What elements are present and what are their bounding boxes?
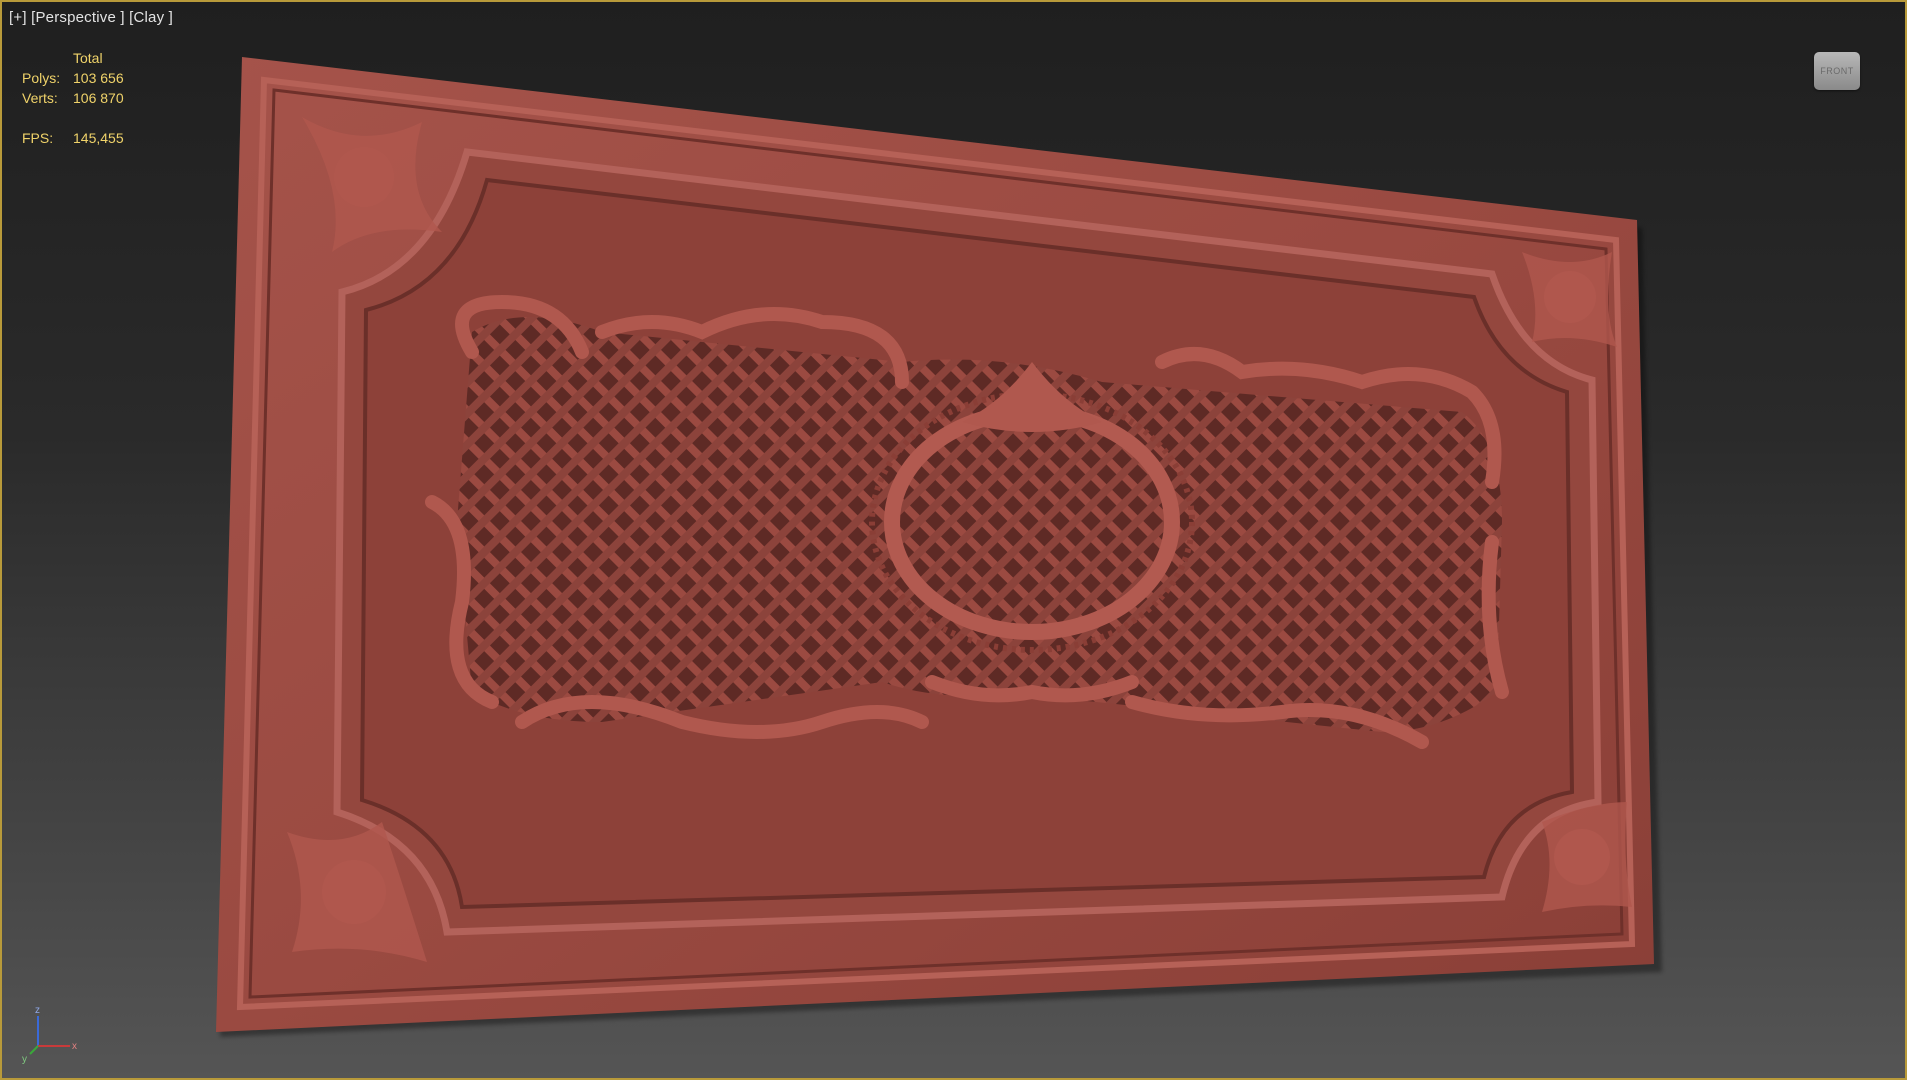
- viewport-shading-menu[interactable]: [Clay ]: [129, 9, 173, 26]
- viewcube-face-label: FRONT: [1820, 66, 1854, 76]
- viewport-statistics: Total Polys: 103 656 Verts: 106 870 FPS: 14…: [22, 48, 124, 148]
- polys-value: 103 656: [73, 70, 124, 86]
- fps-label: FPS:: [22, 130, 54, 146]
- fps-value: 145,455: [73, 130, 124, 146]
- viewport-menu-plus[interactable]: [+]: [9, 9, 27, 26]
- axis-x-label: x: [72, 1041, 77, 1052]
- axis-z-label: z: [35, 1005, 40, 1016]
- corner-ornament-bottom-right: [1542, 802, 1632, 912]
- polys-label: Polys:: [22, 70, 61, 86]
- corner-ornament-top-right: [1522, 252, 1617, 347]
- viewport-view-menu[interactable]: [Perspective ]: [31, 9, 125, 26]
- scene-canvas[interactable]: [2, 2, 1905, 1078]
- axis-tripod-icon: z x y: [22, 1005, 77, 1064]
- verts-label: Verts:: [22, 90, 58, 106]
- viewport-label: [+] [Perspective ] [Clay ]: [9, 9, 173, 26]
- perspective-viewport[interactable]: [+] [Perspective ] [Clay ] Total Polys: 1…: [0, 0, 1907, 1080]
- viewcube-icon[interactable]: FRONT: [1814, 52, 1860, 90]
- axis-y-label: y: [22, 1054, 27, 1064]
- stats-header: Total: [73, 50, 103, 66]
- central-medallion: [884, 404, 1180, 640]
- verts-value: 106 870: [73, 90, 124, 106]
